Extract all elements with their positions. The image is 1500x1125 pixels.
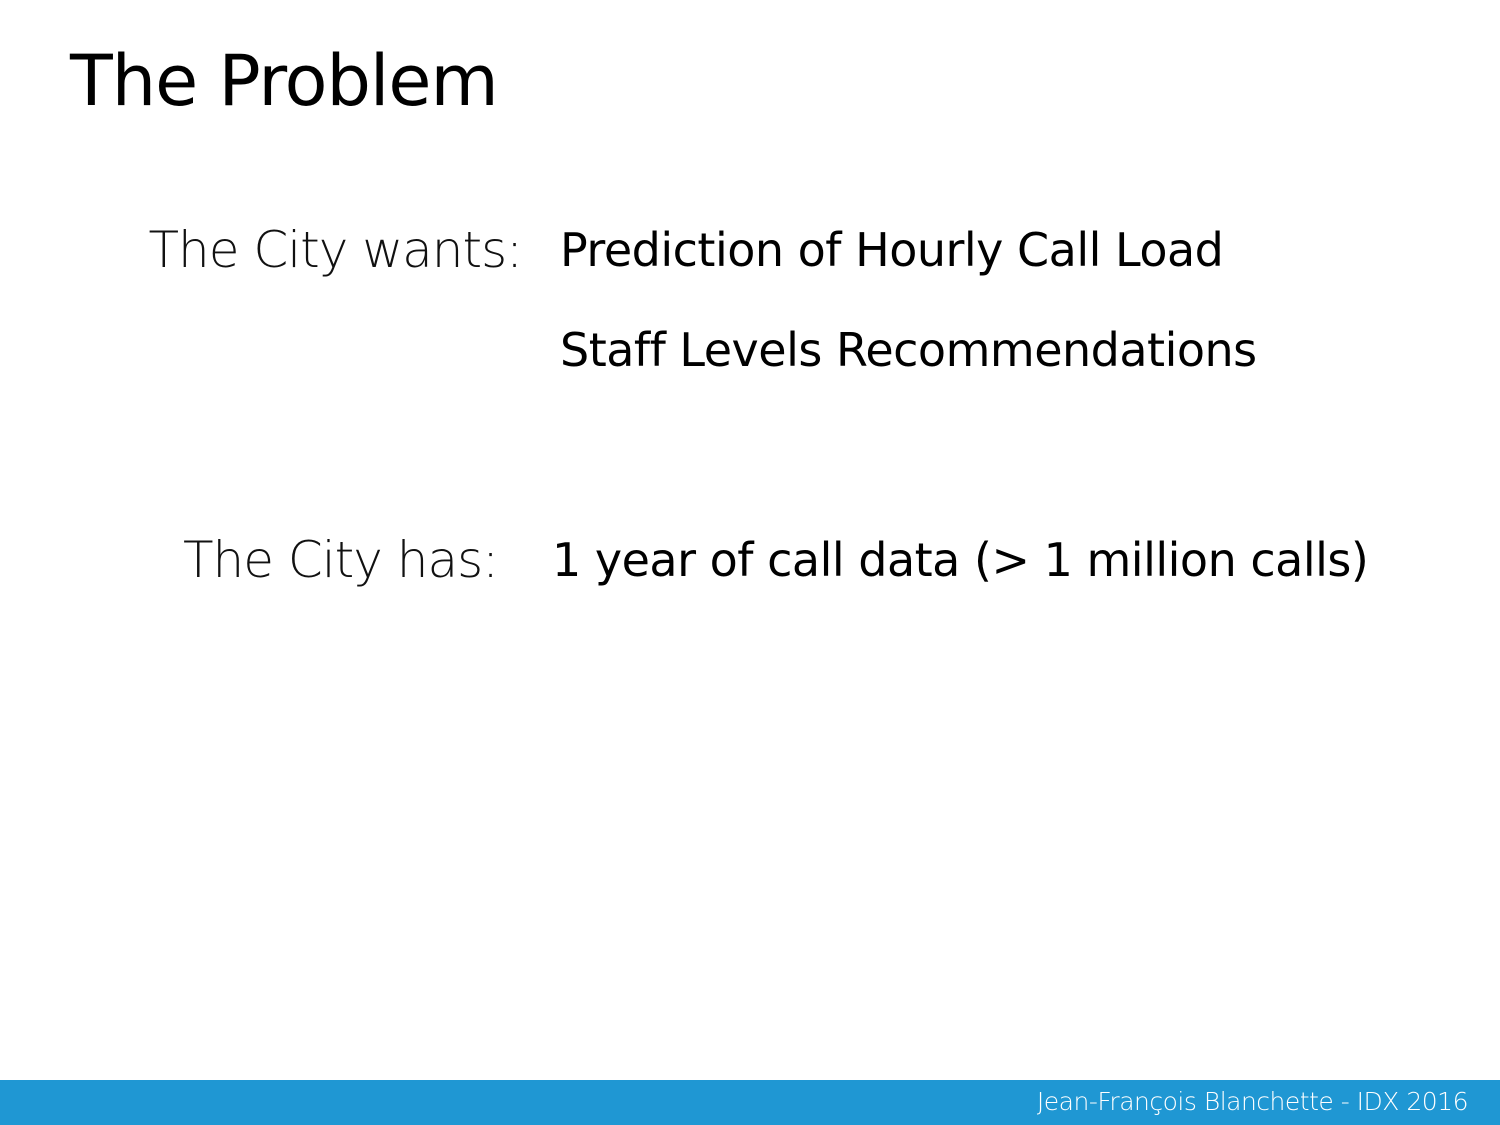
footer-author-text: Jean-François Blanchette - IDX 2016 bbox=[1036, 1087, 1469, 1116]
city-has-item-call-data: 1 year of call data (> 1 million calls) bbox=[552, 533, 1369, 587]
city-wants-item-staff-levels: Staff Levels Recommendations bbox=[560, 323, 1257, 377]
city-has-label: The City has: bbox=[182, 531, 499, 589]
footer-bar: Jean-François Blanchette - IDX 2016 bbox=[0, 1080, 1500, 1125]
city-wants-item-hourly-call-load: Prediction of Hourly Call Load bbox=[560, 223, 1224, 277]
slide-title: The Problem bbox=[70, 40, 499, 122]
city-wants-label: The City wants: bbox=[148, 221, 523, 279]
